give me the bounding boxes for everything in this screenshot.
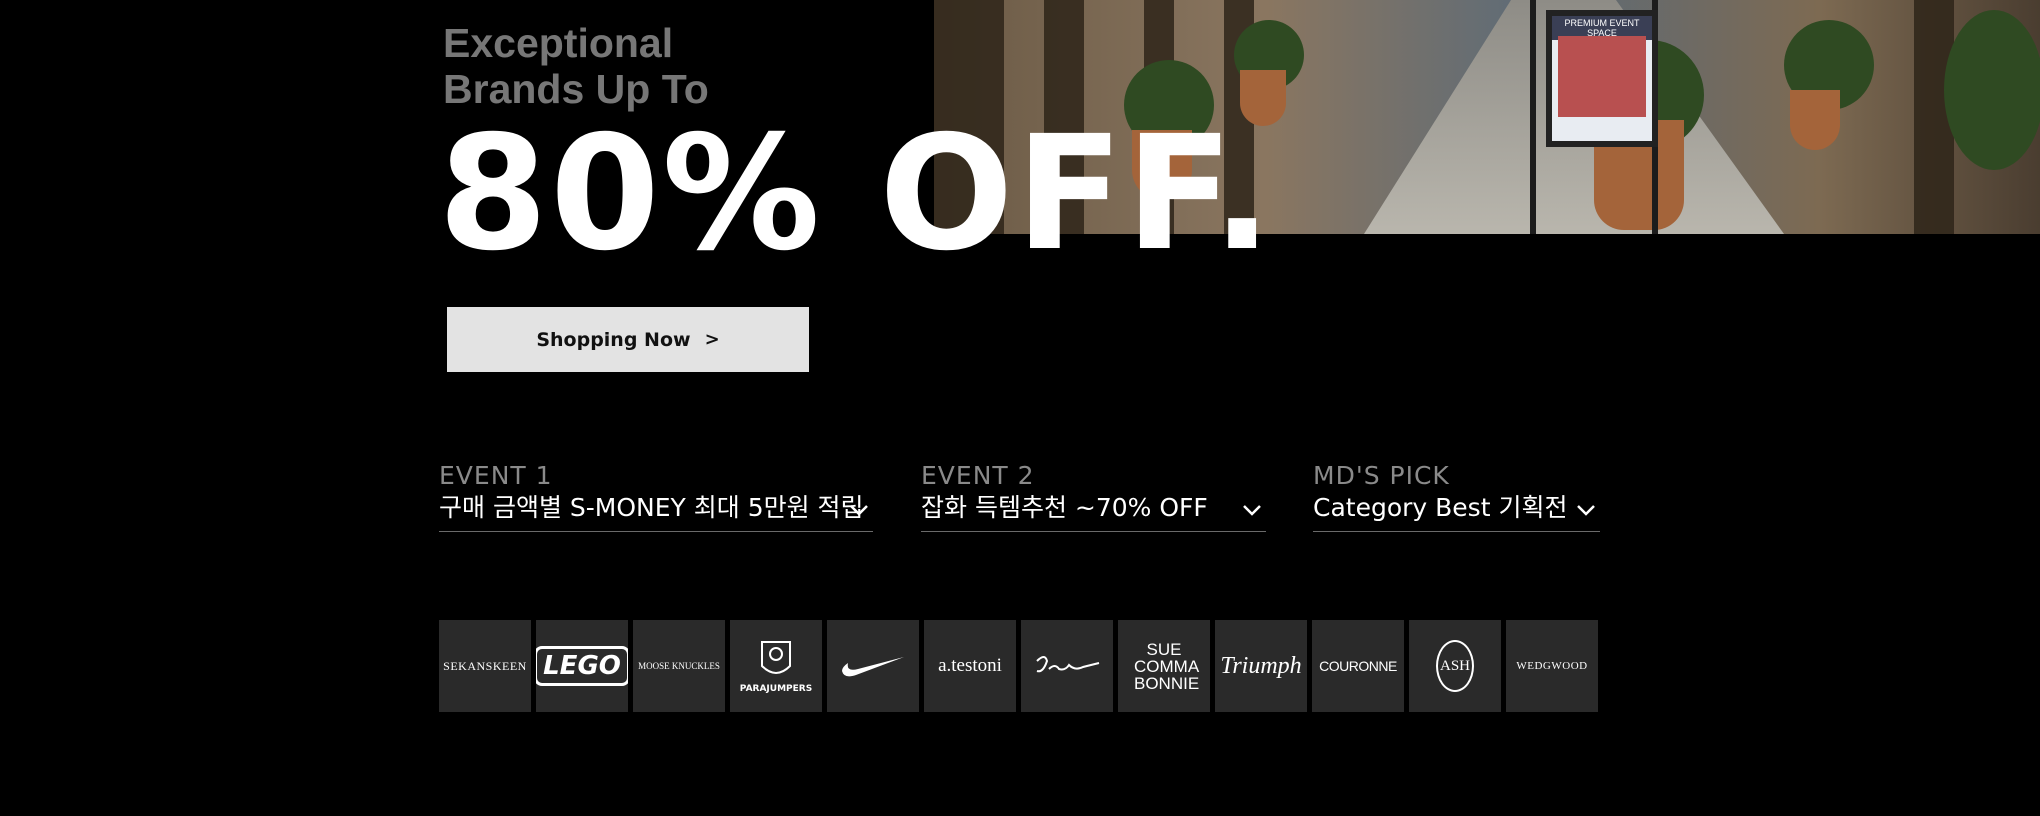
event-sign: PREMIUM EVENT SPACE (1546, 10, 1658, 147)
event-2-value: 잡화 득템추천 ~70% OFF (921, 493, 1208, 522)
brand-tile-sekanskeen[interactable]: SEKANSKEEN (439, 620, 531, 712)
a-testoni-logo: a.testoni (938, 655, 1002, 676)
shopping-now-label: Shopping Now (536, 328, 691, 351)
brand-tile-a-testoni[interactable]: a.testoni (924, 620, 1016, 712)
hero-subtitle: Exceptional Brands Up To (443, 20, 843, 112)
event-1-dropdown[interactable]: EVENT 1 구매 금액별 S-MONEY 최대 5만원 적립 (439, 462, 873, 532)
signature-script-logo (1036, 656, 1100, 673)
parajumpers-emblem-icon (761, 641, 791, 674)
brand-tile-triumph[interactable]: Triumph (1215, 620, 1307, 712)
mds-pick-label: MD'S PICK (1313, 461, 1450, 490)
nike-swoosh-logo (842, 657, 904, 677)
brand-tile-ash[interactable]: ASH (1409, 620, 1501, 712)
chevron-down-icon (1577, 505, 1595, 516)
moose-knuckles-logo: MOOSE KNUCKLES (638, 661, 720, 671)
brand-tile-lego[interactable]: LEGO (536, 620, 628, 712)
parajumpers-logo: PARAJUMPERS (739, 684, 813, 694)
couronne-logo: COURONNE (1319, 658, 1397, 674)
hero-subtitle-line1: Exceptional (443, 20, 674, 66)
triumph-logo: Triumph (1220, 652, 1302, 679)
hero-headline: 80% OFF. (438, 102, 1275, 286)
brand-tile-nike[interactable] (827, 620, 919, 712)
brand-tile-couronne[interactable]: COURONNE (1312, 620, 1404, 712)
ash-logo: ASH (1436, 640, 1474, 692)
chevron-right-icon: > (704, 329, 720, 350)
brand-tile-sue-comma-bonnie[interactable]: SUE COMMA BONNIE (1118, 620, 1210, 712)
brand-tile-parajumpers[interactable]: PARAJUMPERS (730, 620, 822, 712)
lego-logo: LEGO (536, 646, 628, 686)
sekanskeen-logo: SEKANSKEEN (443, 658, 527, 673)
mds-pick-value: Category Best 기획전 (1313, 493, 1568, 522)
brand-tile-moose-knuckles[interactable]: MOOSE KNUCKLES (633, 620, 725, 712)
event-1-label: EVENT 1 (439, 461, 553, 490)
event-2-label: EVENT 2 (921, 461, 1035, 490)
mds-pick-dropdown[interactable]: MD'S PICK Category Best 기획전 (1313, 462, 1600, 532)
brand-tile-signature[interactable] (1021, 620, 1113, 712)
event-2-dropdown[interactable]: EVENT 2 잡화 득템추천 ~70% OFF (921, 462, 1266, 532)
event-1-value: 구매 금액별 S-MONEY 최대 5만원 적립 (439, 493, 864, 522)
brand-tile-wedgwood[interactable]: WEDGWOOD (1506, 620, 1598, 712)
chevron-down-icon (850, 505, 868, 516)
shopping-now-button[interactable]: Shopping Now > (447, 307, 809, 372)
wedgwood-logo: WEDGWOOD (1516, 660, 1588, 672)
brand-logo-strip: SEKANSKEEN LEGO MOOSE KNUCKLES PARAJUMPE… (439, 620, 1598, 712)
sue-comma-bonnie-logo: SUE COMMA BONNIE (1134, 639, 1200, 693)
chevron-down-icon (1243, 505, 1261, 516)
